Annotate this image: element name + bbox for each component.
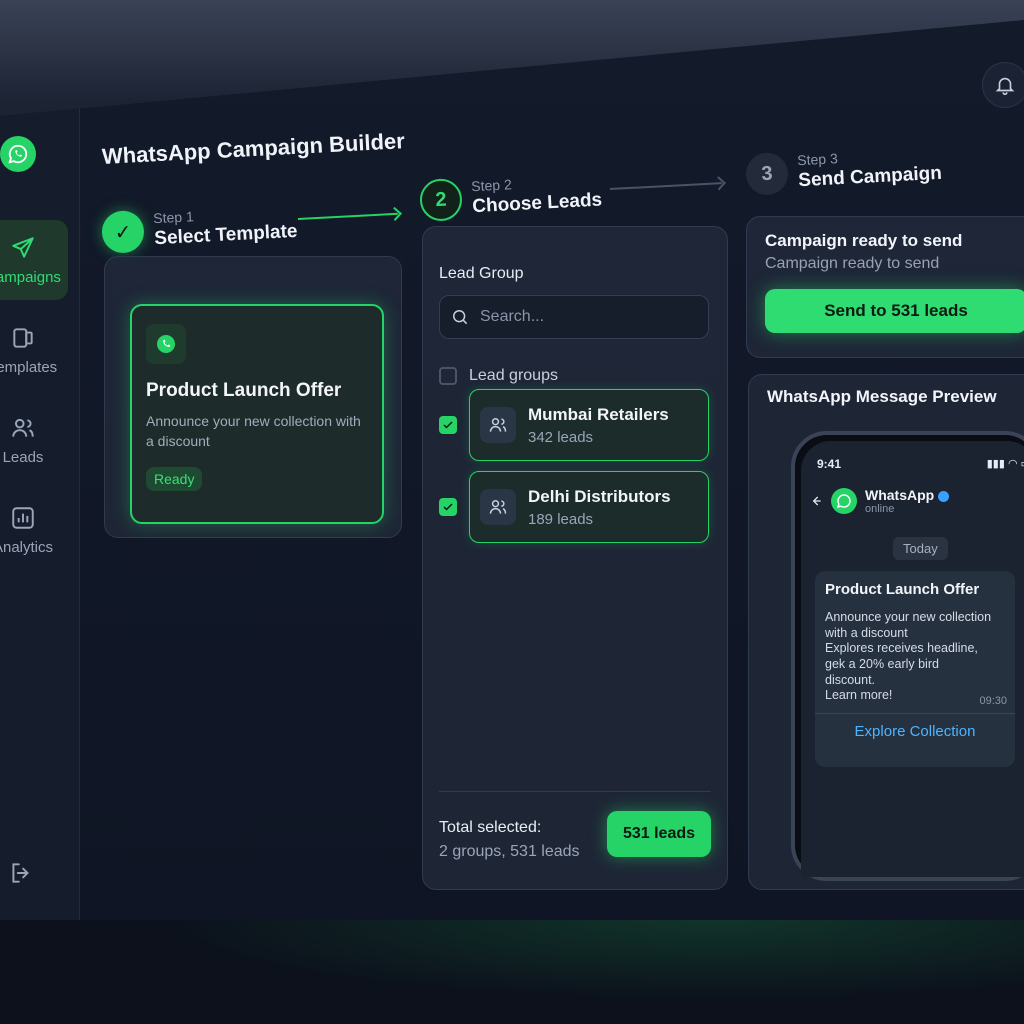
message-line: Announce your new collection [825, 610, 992, 624]
message-title: Product Launch Offer [825, 581, 980, 598]
divider [439, 791, 711, 792]
template-card[interactable]: Product Launch Offer Announce your new c… [130, 304, 384, 524]
chat-status: online [865, 503, 895, 515]
explore-collection-link[interactable]: Explore Collection [815, 723, 1015, 740]
check-icon [443, 421, 453, 429]
group-name: Delhi Distributors [528, 486, 671, 506]
phone-mockup: 9:41 ▮▮▮ ◠ ▭ WhatsApp online Today Produ… [791, 431, 1024, 881]
whatsapp-icon [146, 324, 186, 364]
message-line: gek a 20% early bird [825, 656, 939, 671]
step-3[interactable]: 3 Step 3 Send Campaign [744, 144, 943, 196]
ready-subtitle: Campaign ready to send [765, 255, 940, 272]
message-line: discount. [825, 672, 876, 687]
group-checkbox[interactable] [439, 498, 457, 516]
select-all-label: Lead groups [469, 367, 558, 384]
signal-icon: ▮▮▮ ◠ ▭ [986, 458, 1024, 470]
leads-panel: Lead Group Search... Lead groups Mumbai … [422, 226, 728, 890]
sidebar-item-leads[interactable]: Leads [0, 400, 68, 480]
check-icon: ✓ [100, 209, 146, 254]
message-line: Explores receives headline, [825, 641, 978, 656]
message-line: with a discount [825, 625, 908, 640]
step-label: Select Template [153, 220, 298, 250]
backdrop-glow [0, 920, 1024, 1024]
lead-group-heading: Lead Group [439, 265, 524, 282]
whatsapp-icon [831, 488, 857, 514]
lead-group-card[interactable]: Delhi Distributors 189 leads [469, 471, 709, 543]
sidebar: Campaigns Templates Leads Analytics [0, 106, 80, 920]
step-arrow [609, 182, 722, 190]
whatsapp-icon[interactable] [0, 136, 36, 172]
search-input[interactable]: Search... [439, 295, 709, 339]
total-selected-label: Total selected: [439, 819, 542, 836]
search-icon [453, 310, 468, 325]
chat-name: WhatsApp [865, 487, 935, 503]
sidebar-item-label: Campaigns [0, 268, 61, 286]
bell-icon[interactable] [982, 62, 1024, 108]
chat-header: WhatsApp online [801, 477, 1024, 525]
step-label: Send Campaign [797, 162, 943, 192]
select-all-row[interactable]: Lead groups [439, 367, 558, 385]
group-count: 342 leads [528, 428, 594, 446]
step-arrow [297, 212, 398, 220]
chart-icon [12, 506, 34, 529]
total-selected-summary: 2 groups, 531 leads [439, 843, 580, 860]
send-panel: Campaign ready to send Campaign ready to… [746, 216, 1024, 358]
back-arrow-icon[interactable] [809, 494, 823, 508]
users-icon [12, 418, 34, 437]
sidebar-item-label: Leads [2, 448, 44, 466]
send-icon [12, 236, 34, 258]
sidebar-item-label: Templates [0, 358, 58, 376]
message-line: Learn more! [825, 688, 893, 703]
preview-panel: WhatsApp Message Preview 9:41 ▮▮▮ ◠ ▭ Wh… [748, 374, 1024, 890]
list-item[interactable]: Mumbai Retailers 342 leads [439, 389, 709, 461]
selected-leads-button[interactable]: 531 leads [607, 811, 711, 857]
message-time: 09:30 [979, 695, 1007, 707]
group-count: 189 leads [528, 510, 594, 528]
sidebar-item-label: Analytics [0, 538, 54, 556]
template-title: Product Launch Offer [146, 380, 342, 401]
send-campaign-button[interactable]: Send to 531 leads [765, 289, 1024, 333]
sidebar-item-campaigns[interactable]: Campaigns [0, 220, 68, 300]
sidebar-item-templates[interactable]: Templates [0, 310, 68, 390]
ready-title: Campaign ready to send [765, 231, 963, 250]
users-icon [480, 489, 516, 525]
select-all-checkbox[interactable] [439, 367, 457, 385]
step-circle: 3 [744, 151, 790, 196]
step-1[interactable]: ✓ Step 1 Select Template [100, 202, 298, 254]
date-chip: Today [893, 537, 948, 560]
page-title: WhatsApp Campaign Builder [101, 128, 406, 169]
divider [815, 713, 1015, 714]
status-time: 9:41 [817, 457, 842, 471]
preview-title: WhatsApp Message Preview [767, 387, 997, 406]
step-2[interactable]: 2 Step 2 Choose Leads [418, 171, 603, 222]
check-icon [443, 503, 453, 511]
logout-icon[interactable] [8, 860, 34, 886]
group-name: Mumbai Retailers [528, 404, 669, 424]
app-window: Campaigns Templates Leads Analytics What… [0, 20, 1024, 920]
verified-icon [938, 490, 950, 502]
phone-screen: 9:41 ▮▮▮ ◠ ▭ WhatsApp online Today Produ… [801, 441, 1024, 877]
search-placeholder: Search... [480, 308, 545, 325]
group-checkbox[interactable] [439, 416, 457, 434]
step-label: Choose Leads [471, 189, 603, 218]
sidebar-item-analytics[interactable]: Analytics [0, 490, 68, 570]
list-item[interactable]: Delhi Distributors 189 leads [439, 471, 709, 543]
template-icon [13, 327, 33, 348]
lead-group-card[interactable]: Mumbai Retailers 342 leads [469, 389, 709, 461]
users-icon [480, 407, 516, 443]
message-body: Announce your new collection with a disc… [825, 610, 1005, 704]
message-bubble: Product Launch Offer Announce your new c… [815, 571, 1015, 767]
status-badge: Ready [146, 467, 203, 492]
template-description: Announce your new collection with a disc… [146, 413, 361, 449]
step-circle: 2 [418, 177, 464, 222]
